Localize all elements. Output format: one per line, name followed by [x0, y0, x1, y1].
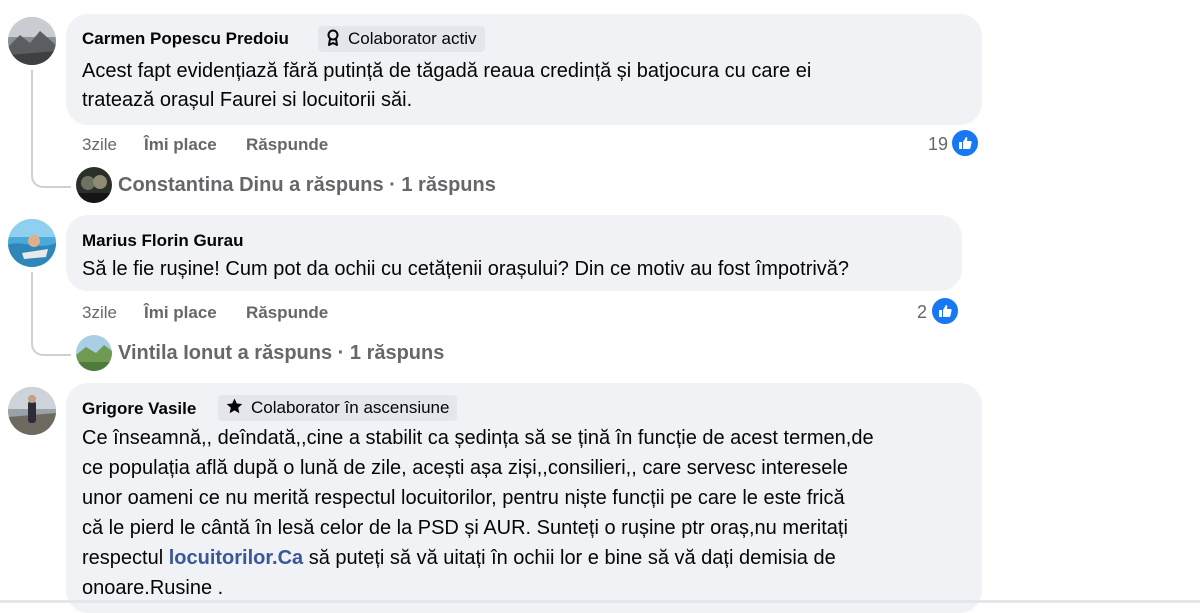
like-button[interactable]: Îmi place — [144, 135, 217, 155]
reply-avatar[interactable] — [76, 335, 112, 371]
reply-avatar[interactable] — [76, 167, 112, 203]
avatar[interactable] — [8, 219, 56, 267]
comment-time[interactable]: 3zile — [82, 135, 117, 155]
reaction-count[interactable]: 19 — [928, 134, 948, 155]
text-segment: să puteți să vă uitați în ochii lor e bi… — [303, 547, 836, 569]
comment-text-line: respectul locuitorilor.Ca să puteți să v… — [82, 543, 836, 573]
author-name[interactable]: Grigore Vasile — [82, 399, 196, 419]
contributor-badge[interactable]: Colaborator în ascensiune — [218, 395, 458, 421]
comment-text-line: ce populația află după o lună de zile, a… — [82, 457, 848, 479]
avatar[interactable] — [8, 387, 56, 435]
badge-label: Colaborator în ascensiune — [251, 398, 450, 417]
like-reaction-icon[interactable] — [950, 128, 980, 158]
like-reaction-icon[interactable] — [930, 296, 960, 326]
view-replies-link[interactable]: Vintila Ionut a răspuns · 1 răspuns — [118, 342, 444, 365]
inline-link[interactable]: locuitorilor.Ca — [169, 547, 303, 569]
view-replies-link[interactable]: Constantina Dinu a răspuns · 1 răspuns — [118, 174, 496, 197]
comment-time[interactable]: 3zile — [82, 303, 117, 323]
author-name[interactable]: Marius Florin Gurau — [82, 231, 244, 251]
reply-button[interactable]: Răspunde — [246, 303, 328, 323]
ribbon-icon — [326, 29, 340, 50]
thread-line — [31, 70, 33, 168]
avatar[interactable] — [8, 17, 56, 65]
comment-text-line: Să le fie rușine! Cum pot da ochii cu ce… — [82, 258, 850, 280]
comment-text-line: unor oameni ce nu merită respectul locui… — [82, 487, 845, 509]
text-segment: respectul — [82, 547, 169, 569]
comment-text-line: Acest fapt evidențiază fără putință de t… — [82, 60, 812, 82]
thread-connector — [31, 334, 71, 356]
star-icon — [226, 398, 243, 418]
comment-text-line: că le pierd le cântă în lesă celor de la… — [82, 517, 848, 539]
comment-text-line: tratează orașul Faurei si locuitorii săi… — [82, 89, 413, 111]
reaction-count[interactable]: 2 — [917, 302, 927, 323]
thread-line — [31, 272, 33, 336]
author-name[interactable]: Carmen Popescu Predoiu — [82, 29, 289, 49]
thread-connector — [31, 166, 71, 188]
comment-text-line: Ce înseamnă,, deîndată,,cine a stabilit … — [82, 427, 874, 449]
like-button[interactable]: Îmi place — [144, 303, 217, 323]
contributor-badge[interactable]: Colaborator activ — [318, 26, 485, 52]
comment-text-line: onoare.Rusine . — [82, 577, 224, 599]
badge-label: Colaborator activ — [348, 29, 477, 48]
reply-button[interactable]: Răspunde — [246, 135, 328, 155]
